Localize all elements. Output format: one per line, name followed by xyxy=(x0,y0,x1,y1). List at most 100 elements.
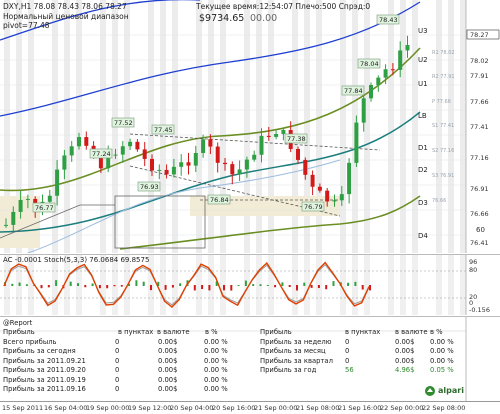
report-left-cell: 0.00$ xyxy=(158,347,178,356)
candle-body xyxy=(332,200,337,202)
oscillator-shading xyxy=(4,255,466,315)
price-tick: 76.41 xyxy=(470,239,489,247)
session-stripe xyxy=(64,255,70,315)
sixty-label: 60 xyxy=(476,226,485,234)
candle-body xyxy=(223,162,227,165)
time-tick: 19 Sep 12:00 xyxy=(128,404,172,412)
ac-bar xyxy=(113,285,116,287)
report-right-cell: 0.05 % xyxy=(430,366,454,375)
report-left-cell: 0.00 % xyxy=(204,356,228,365)
oscillator-panel[interactable]: 96 80 20 0 -0.156 AC -0.0001 Stoch(5,3,3) 76… xyxy=(0,254,500,315)
report-right-cell: 0.00 % xyxy=(430,338,454,346)
price-label: 77.38 xyxy=(287,135,306,143)
report-left-cell: 0 xyxy=(115,347,120,356)
session-stripe xyxy=(388,0,394,253)
price-label: 77.84 xyxy=(344,87,363,95)
candle-body xyxy=(230,164,235,175)
price-tick: 78.02 xyxy=(470,57,489,65)
time-tick: 21 Sep 16:00 xyxy=(338,404,382,412)
report-right-cell: Прибыль за год xyxy=(260,366,317,375)
candle-body xyxy=(4,224,8,226)
ac-bar xyxy=(237,284,240,286)
ac-bar xyxy=(274,285,277,288)
report-left-cell: 0.00 % xyxy=(204,347,228,356)
ac-bar xyxy=(164,285,167,290)
balance-value: 00.00 xyxy=(250,13,278,24)
ac-bar xyxy=(120,285,123,287)
ac-bar xyxy=(84,285,87,288)
ac-bar xyxy=(11,283,14,286)
ac-bar xyxy=(230,285,233,291)
report-left-cell: 0.00 % xyxy=(204,366,228,375)
report-left-cell: Прибыль за 2011.09.20 xyxy=(3,366,86,375)
ac-bar xyxy=(201,285,204,290)
candle-body xyxy=(55,169,60,196)
candle-body xyxy=(69,146,74,156)
pivot-level-label: R2 77.91 xyxy=(432,74,455,80)
report-left-cell: 0 xyxy=(115,356,120,365)
report-left-cell: 0.00$ xyxy=(158,356,178,365)
session-stripe xyxy=(436,255,442,315)
report-right-cell: Прибыль за квартал xyxy=(260,356,333,365)
report-left-cell: Прибыль за сегодня xyxy=(3,347,76,356)
report-right-cell: 0 xyxy=(345,338,350,346)
ac-bar xyxy=(288,285,291,287)
candle-body xyxy=(25,198,30,200)
alpari-logo: alpari xyxy=(424,385,466,397)
candle-body xyxy=(186,162,191,166)
price-tick: 76.66 xyxy=(470,210,489,218)
report-left-col-currency: в валюте xyxy=(157,328,190,336)
ac-bar xyxy=(303,282,306,286)
price-label: 78.43 xyxy=(379,16,398,24)
report-right-col-profit: Прибыль xyxy=(260,328,292,336)
ac-bar xyxy=(317,285,320,289)
alpari-logo-text: alpari xyxy=(438,386,464,395)
candle-body xyxy=(128,141,133,147)
price-chart-canvas[interactable]: 77.52 77.45 77.24 76.93 76.84 76.77 76.79 77.38… xyxy=(0,0,500,253)
symbol-ohlc: DXY,H1 78.08 78.43 78.06 78.27 xyxy=(3,2,127,11)
oscillator-title: AC -0.0001 Stoch(5,3,3) 76.0684 69.8575 xyxy=(3,256,150,264)
candle-body xyxy=(11,211,16,225)
candle-body xyxy=(339,194,344,201)
candle-body xyxy=(120,146,125,155)
candle-body xyxy=(266,135,271,137)
candle-body xyxy=(164,169,169,175)
level-label-u3: U3 xyxy=(418,27,428,35)
account-balance: $9734.65 xyxy=(199,13,245,24)
candle-body xyxy=(369,84,373,99)
price-chart[interactable]: 77.52 77.45 77.24 76.93 76.84 76.77 76.79 77.38… xyxy=(0,0,500,253)
ac-bar xyxy=(208,285,211,291)
report-left-cell: 0 xyxy=(115,385,120,393)
time-tick: 19 Sep 00:00 xyxy=(86,404,130,412)
level-label-d2: D2 xyxy=(418,166,428,174)
report-right-col-percent: в % xyxy=(430,328,443,336)
report-right-cell: Прибыль за месяц xyxy=(260,347,326,356)
ac-histogram xyxy=(4,280,371,291)
ac-bar xyxy=(77,283,79,286)
level-label-d1: D1 xyxy=(418,144,428,152)
price-label: 76.79 xyxy=(304,203,323,211)
candle-body xyxy=(77,137,81,147)
session-stripe xyxy=(100,0,106,253)
session-stripe xyxy=(64,0,70,253)
report-left-cell: Прибыль за 2011.09.19 xyxy=(3,375,86,384)
candle-body xyxy=(325,190,330,202)
report-left-cell: Всего прибыль xyxy=(3,338,57,346)
ac-bar xyxy=(361,285,364,290)
oscillator-canvas[interactable]: 9680200-0.156 xyxy=(0,255,500,315)
session-stripe xyxy=(412,255,418,315)
ac-bar xyxy=(47,285,50,288)
report-left-cell: 0 xyxy=(115,338,120,346)
candle-body xyxy=(274,133,279,137)
price-tick: 77.16 xyxy=(470,154,489,162)
price-label: 76.84 xyxy=(210,196,229,204)
session-stripe xyxy=(76,0,82,253)
candle-body xyxy=(376,77,381,85)
level-label-d4: D4 xyxy=(418,232,428,240)
ac-bar xyxy=(223,285,225,291)
ac-bar xyxy=(106,285,109,289)
price-tick: 78.27 xyxy=(470,31,489,39)
report-right-cell: 0 xyxy=(345,347,350,356)
oscillator-tick: -0.156 xyxy=(469,306,490,314)
ac-bar xyxy=(40,285,43,289)
